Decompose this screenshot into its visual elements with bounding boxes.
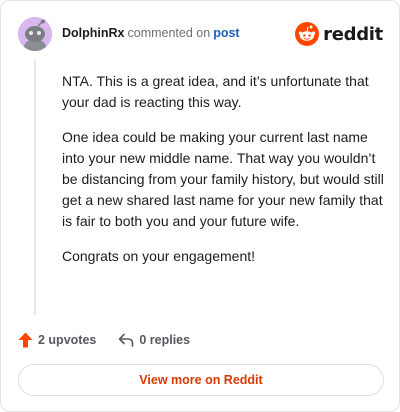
comment-paragraph: One idea could be making your current la… [62,129,384,229]
username-link[interactable]: DolphinRx [62,26,125,40]
upvote-count: 2 upvotes [38,333,97,347]
reply-arrow-icon [119,333,134,347]
comment-paragraph: NTA. This is a great idea, and it’s unfo… [62,73,369,110]
comment-body: NTA. This is a great idea, and it’s unfo… [62,71,384,281]
snoo-avatar-icon [18,17,52,51]
thread-line [34,59,36,315]
comment-paragraph: Congrats on your engagement! [62,248,256,264]
comment-embed-card: DolphinRx commented on post reddit NTA. Th… [0,0,400,412]
comment-actions: 2 upvotes 0 replies [18,329,190,351]
upvote-arrow-icon [18,332,33,348]
view-more-button[interactable]: View more on Reddit [18,364,384,396]
reddit-snoo-icon [295,22,320,46]
reddit-logo[interactable]: reddit [295,22,383,46]
post-link[interactable]: post [213,26,239,40]
comment-meta: DolphinRx commented on post [62,26,240,40]
reddit-wordmark: reddit [323,23,383,45]
reply-count: 0 replies [139,333,191,347]
replies-button[interactable]: 0 replies [118,333,190,347]
action-text: commented on [127,26,211,40]
avatar[interactable] [18,17,52,51]
upvote-button[interactable]: 2 upvotes [18,332,96,348]
comment-header: DolphinRx commented on post reddit [18,17,383,51]
